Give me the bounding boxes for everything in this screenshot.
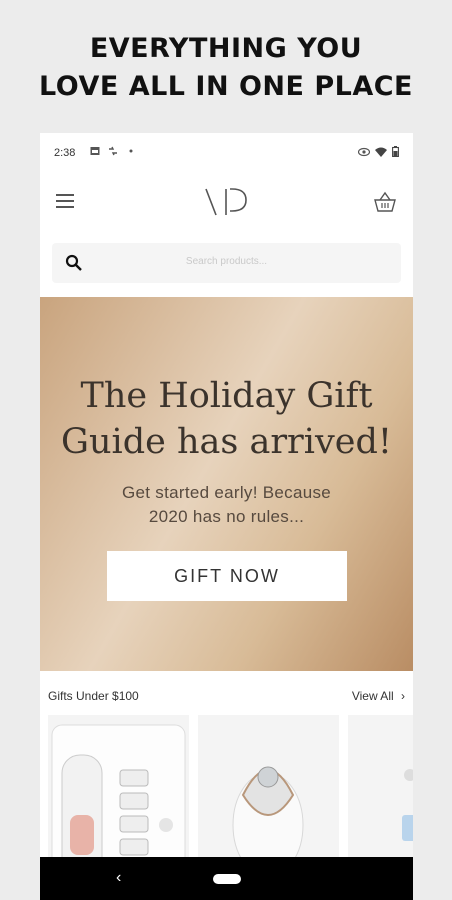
section-title: Gifts Under $100: [48, 689, 139, 703]
product-partial-image: [402, 769, 413, 841]
gifts-section-header: Gifts Under $100 View All ›: [40, 681, 413, 711]
wifi-icon: [375, 147, 387, 157]
back-icon[interactable]: ‹: [116, 869, 121, 887]
holiday-banner[interactable]: The Holiday Gift Guide has arrived! Get …: [40, 297, 413, 671]
chevron-right-icon: ›: [401, 689, 405, 703]
basket-icon[interactable]: [373, 191, 397, 213]
dot-notification-icon: [129, 149, 133, 153]
product-card[interactable]: [348, 715, 413, 875]
product-carousel: [48, 715, 413, 875]
view-all-label: View All: [351, 689, 394, 703]
eye-icon: [358, 147, 370, 156]
hero-subtitle-line-1: Get started early! Because: [121, 483, 332, 502]
hero-title: The Holiday Gift Guide has arrived!: [40, 373, 413, 465]
search-placeholder: Search products...: [185, 256, 268, 267]
hamburger-icon[interactable]: [56, 194, 74, 210]
system-nav-bar: ‹: [40, 857, 413, 900]
hero-title-line-1: The Holiday Gift: [80, 376, 373, 416]
facial-device-kit-image: [51, 724, 186, 875]
hero-title-line-2: Guide has arrived!: [61, 422, 392, 462]
promo-line-2: LOVE ALL IN ONE PLACE: [39, 71, 413, 102]
home-pill-icon[interactable]: [213, 874, 241, 884]
image-notification-icon: [90, 147, 100, 155]
vp-logo-icon[interactable]: [204, 187, 250, 217]
view-all-link[interactable]: View All ›: [352, 689, 405, 703]
sync-notification-icon: [109, 146, 117, 156]
battery-icon: [392, 146, 399, 157]
hero-subtitle: Get started early! Because 2020 has no r…: [40, 481, 413, 529]
promo-line-1: EVERYTHING YOU: [89, 33, 363, 64]
status-time: 2:38: [54, 147, 76, 159]
facial-steamer-image: [232, 766, 304, 875]
status-bar: 2:38: [40, 133, 413, 175]
hero-subtitle-line-2: 2020 has no rules...: [148, 507, 305, 526]
gift-now-button[interactable]: GIFT NOW: [107, 551, 347, 601]
product-card[interactable]: [198, 715, 339, 875]
phone-screen: 2:38 Search products... The Holiday Gift…: [40, 133, 413, 900]
app-bar: [40, 175, 413, 233]
product-card[interactable]: [48, 715, 189, 875]
promo-headline: EVERYTHING YOU LOVE ALL IN ONE PLACE: [0, 30, 452, 106]
search-input[interactable]: Search products...: [52, 243, 401, 283]
